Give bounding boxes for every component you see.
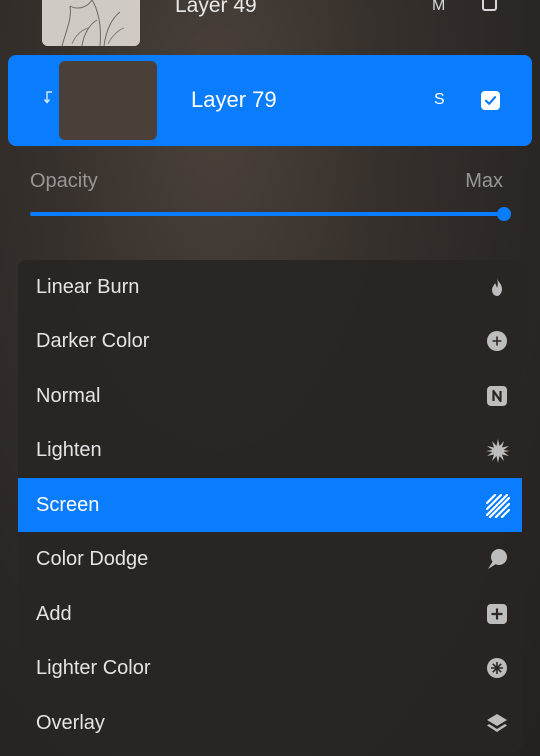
opacity-label: Opacity xyxy=(30,170,98,192)
asterisk-circle-icon xyxy=(486,657,508,679)
opacity-value: Max xyxy=(465,170,503,192)
plus-circle-icon xyxy=(486,330,508,352)
clipping-mask-icon xyxy=(42,89,56,105)
opacity-slider[interactable] xyxy=(30,207,511,221)
blend-mode-label: Add xyxy=(36,603,72,625)
layer-name: Layer 79 xyxy=(191,87,277,112)
opacity-slider-handle[interactable] xyxy=(497,207,511,221)
opacity-slider-fill xyxy=(30,212,504,216)
blend-mode-overlay[interactable]: Overlay xyxy=(18,696,522,750)
blend-mode-list: Linear Burn Darker Color Normal Lighten … xyxy=(18,260,522,752)
layer-row-layer-79[interactable]: Layer 79 S xyxy=(8,55,532,146)
blend-mode-label: Lighten xyxy=(36,439,102,461)
stripes-icon xyxy=(486,494,510,518)
blend-mode-label: Color Dodge xyxy=(36,548,149,570)
blend-mode-lighter-color[interactable]: Lighter Color xyxy=(18,641,522,695)
blend-mode-darker-color[interactable]: Darker Color xyxy=(18,314,522,368)
layer-thumbnail[interactable] xyxy=(59,61,157,140)
layers-panel: Layer 49 M Layer 79 S Opacity Max Linear… xyxy=(0,0,540,756)
layers-icon xyxy=(486,712,508,734)
starburst-icon xyxy=(486,439,510,463)
visibility-checkbox[interactable] xyxy=(481,91,500,110)
plus-square-icon xyxy=(486,603,508,625)
blend-mode-label: Screen xyxy=(36,494,100,516)
blend-mode-screen[interactable]: Screen xyxy=(18,478,522,532)
layer-row-layer-49[interactable]: Layer 49 M xyxy=(0,0,540,48)
blend-mode-linear-burn[interactable]: Linear Burn xyxy=(18,260,522,314)
blend-mode-color-dodge[interactable]: Color Dodge xyxy=(18,532,522,586)
speech-bubble-icon xyxy=(486,548,508,570)
blend-mode-label: Linear Burn xyxy=(36,276,140,298)
blend-mode-letter[interactable]: S xyxy=(434,91,445,109)
blend-mode-lighten[interactable]: Lighten xyxy=(18,423,522,477)
blend-mode-label: Normal xyxy=(36,385,101,407)
n-square-icon xyxy=(486,385,508,407)
flame-icon xyxy=(486,276,508,298)
blend-mode-letter[interactable]: M xyxy=(432,0,445,15)
blend-mode-normal[interactable]: Normal xyxy=(18,369,522,423)
blend-mode-label: Overlay xyxy=(36,712,105,734)
visibility-checkbox[interactable] xyxy=(482,0,497,11)
layer-name: Layer 49 xyxy=(175,0,257,17)
blend-mode-label: Lighter Color xyxy=(36,657,151,679)
blend-mode-label: Darker Color xyxy=(36,330,150,352)
layer-thumbnail[interactable] xyxy=(42,0,140,46)
blend-mode-add[interactable]: Add xyxy=(18,587,522,641)
